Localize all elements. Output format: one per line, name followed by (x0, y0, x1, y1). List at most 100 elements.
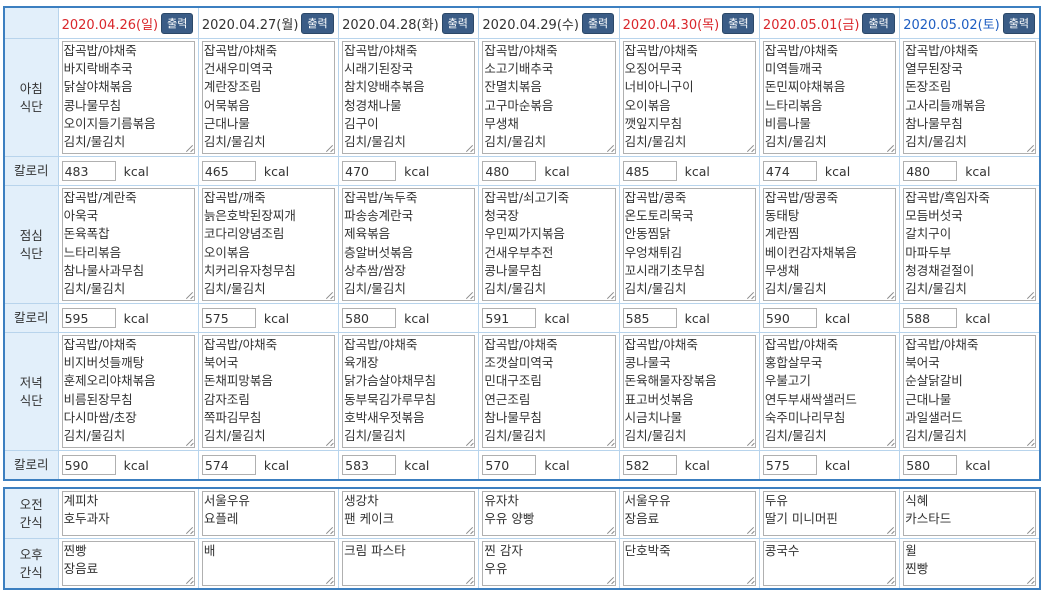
resize-grip-icon[interactable] (185, 576, 193, 584)
lunch-menu-textarea[interactable]: 잡곡밥/깨죽 늙은호박된장찌개 코다리양념조림 오이볶음 치커리유자청무침 김치/물김치 (201, 188, 336, 301)
am_snack-textarea[interactable]: 두유 딸기 미니머핀 (762, 491, 897, 536)
resize-grip-icon[interactable] (746, 576, 754, 584)
resize-grip-icon[interactable] (325, 291, 333, 299)
resize-grip-icon[interactable] (1026, 526, 1034, 534)
resize-grip-icon[interactable] (746, 144, 754, 152)
lunch-calorie-input[interactable]: 588 (903, 308, 958, 328)
dinner-menu-textarea[interactable]: 잡곡밥/야채죽 콩나물국 돈육해물자장볶음 표고버섯볶음 시금치나물 김치/물김치 (622, 335, 756, 448)
breakfast-calorie-input[interactable]: 480 (903, 161, 958, 181)
resize-grip-icon[interactable] (185, 144, 193, 152)
am_snack-textarea[interactable]: 식혜 카스타드 (903, 491, 1036, 536)
pm_snack-textarea[interactable]: 콩국수 (762, 541, 897, 586)
lunch-calorie-input[interactable]: 590 (762, 308, 817, 328)
resize-grip-icon[interactable] (606, 291, 614, 299)
am_snack-textarea[interactable]: 서울우유 요플레 (201, 491, 336, 536)
resize-grip-icon[interactable] (1026, 144, 1034, 152)
lunch-calorie-input[interactable]: 585 (622, 308, 677, 328)
resize-grip-icon[interactable] (886, 438, 894, 446)
lunch-menu-textarea[interactable]: 잡곡밥/땅콩죽 동태탕 계란찜 베이컨감자채볶음 무생채 김치/물김치 (762, 188, 897, 301)
resize-grip-icon[interactable] (886, 291, 894, 299)
resize-grip-icon[interactable] (325, 576, 333, 584)
breakfast-calorie-input[interactable]: 474 (762, 161, 817, 181)
resize-grip-icon[interactable] (185, 438, 193, 446)
breakfast-menu-textarea[interactable]: 잡곡밥/야채죽 미역들깨국 돈민찌야채볶음 느타리볶음 비름나물 김치/물김치 (762, 41, 897, 154)
print-button[interactable]: 출력 (301, 12, 334, 34)
resize-grip-icon[interactable] (465, 526, 473, 534)
breakfast-menu-textarea[interactable]: 잡곡밥/야채죽 바지락배추국 닭살야채볶음 콩나물무침 오이지들기름볶음 김치/물김치 (61, 41, 195, 154)
breakfast-menu-textarea[interactable]: 잡곡밥/야채죽 소고기배추국 잔멸치볶음 고구마순볶음 무생채 김치/물김치 (482, 41, 616, 154)
pm_snack-textarea[interactable]: 윌 찐빵 (903, 541, 1036, 586)
dinner-menu-textarea[interactable]: 잡곡밥/야채죽 북어국 순살닭갈비 근대나물 과일샐러드 김치/물김치 (903, 335, 1036, 448)
dinner-calorie-input[interactable]: 582 (622, 455, 677, 475)
resize-grip-icon[interactable] (606, 526, 614, 534)
breakfast-menu-textarea[interactable]: 잡곡밥/야채죽 열무된장국 돈장조림 고사리들깨볶음 참나물무침 김치/물김치 (903, 41, 1036, 154)
breakfast-calorie-input[interactable]: 470 (342, 161, 397, 181)
lunch-menu-textarea[interactable]: 잡곡밥/계란죽 아욱국 돈육폭찹 느타리볶음 참나물사과무침 김치/물김치 (61, 188, 195, 301)
lunch-calorie-input[interactable]: 591 (482, 308, 537, 328)
pm_snack-textarea[interactable]: 찐 감자 우유 (482, 541, 616, 586)
resize-grip-icon[interactable] (1026, 291, 1034, 299)
dinner-menu-textarea[interactable]: 잡곡밥/야채죽 조갯살미역국 민대구조림 연근조림 참나물무침 김치/물김치 (482, 335, 616, 448)
resize-grip-icon[interactable] (465, 438, 473, 446)
pm_snack-textarea[interactable]: 찐빵 장음료 (61, 541, 195, 586)
dinner-calorie-input[interactable]: 590 (61, 455, 116, 475)
resize-grip-icon[interactable] (746, 438, 754, 446)
lunch-calorie-input[interactable]: 575 (201, 308, 256, 328)
breakfast-menu-textarea[interactable]: 잡곡밥/야채죽 시래기된장국 참치양배추볶음 청경채나물 김구이 김치/물김치 (342, 41, 476, 154)
lunch-menu-textarea[interactable]: 잡곡밥/흑임자죽 모듬버섯국 갈치구이 마파두부 청경채겉절이 김치/물김치 (903, 188, 1036, 301)
print-button[interactable]: 출력 (1002, 12, 1035, 34)
dinner-menu-textarea[interactable]: 잡곡밥/야채죽 육개장 닭가슴살야채무침 동부묵김가루무침 호박새우젓볶음 김치/물김치 (342, 335, 476, 448)
dinner-menu-textarea[interactable]: 잡곡밥/야채죽 북어국 돈채피망볶음 감자조림 쪽파김무침 김치/물김치 (201, 335, 336, 448)
am_snack-textarea[interactable]: 생강차 팬 케이크 (342, 491, 476, 536)
resize-grip-icon[interactable] (746, 526, 754, 534)
lunch-calorie-input[interactable]: 595 (61, 308, 116, 328)
resize-grip-icon[interactable] (606, 576, 614, 584)
resize-grip-icon[interactable] (606, 438, 614, 446)
dinner-calorie-input[interactable]: 583 (342, 455, 397, 475)
resize-grip-icon[interactable] (465, 291, 473, 299)
resize-grip-icon[interactable] (185, 526, 193, 534)
lunch-calorie-input[interactable]: 580 (342, 308, 397, 328)
print-button[interactable]: 출력 (862, 12, 895, 34)
dinner-calorie-input[interactable]: 570 (482, 455, 537, 475)
resize-grip-icon[interactable] (325, 438, 333, 446)
resize-grip-icon[interactable] (886, 144, 894, 152)
dinner-calorie-input[interactable]: 574 (201, 455, 256, 475)
resize-grip-icon[interactable] (1026, 438, 1034, 446)
resize-grip-icon[interactable] (1026, 576, 1034, 584)
resize-grip-icon[interactable] (465, 576, 473, 584)
breakfast-calorie-input[interactable]: 465 (201, 161, 256, 181)
breakfast-calorie-input[interactable]: 480 (482, 161, 537, 181)
dinner-menu-textarea[interactable]: 잡곡밥/야채죽 비지버섯들깨탕 훈제오리야채볶음 비름된장무침 다시마쌈/초장 김치/물김… (61, 335, 195, 448)
breakfast-menu-textarea[interactable]: 잡곡밥/야채죽 오징어무국 너비아니구이 오이볶음 깻잎지무침 김치/물김치 (622, 41, 756, 154)
pm_snack-textarea[interactable]: 배 (201, 541, 336, 586)
pm_snack-textarea[interactable]: 단호박죽 (622, 541, 756, 586)
lunch-menu-textarea[interactable]: 잡곡밥/콩죽 온도토리묵국 안동찜닭 우엉채튀김 꼬시래기초무침 김치/물김치 (622, 188, 756, 301)
dinner-calorie-input[interactable]: 575 (762, 455, 817, 475)
dinner-menu-textarea[interactable]: 잡곡밥/야채죽 홍합살무국 우불고기 연두부새싹샐러드 숙주미나리무침 김치/물김치 (762, 335, 897, 448)
resize-grip-icon[interactable] (746, 291, 754, 299)
resize-grip-icon[interactable] (886, 526, 894, 534)
am_snack-textarea[interactable]: 계피차 호두과자 (61, 491, 195, 536)
print-button[interactable]: 출력 (161, 12, 194, 34)
breakfast-calorie-input[interactable]: 483 (61, 161, 116, 181)
pm_snack-textarea[interactable]: 크림 파스타 (342, 541, 476, 586)
resize-grip-icon[interactable] (606, 144, 614, 152)
lunch-menu-textarea[interactable]: 잡곡밥/녹두죽 파송송계란국 제육볶음 층알버섯볶음 상추쌈/쌈장 김치/물김치 (342, 188, 476, 301)
am_snack-textarea[interactable]: 서울우유 장음료 (622, 491, 756, 536)
breakfast-menu-textarea[interactable]: 잡곡밥/야채죽 건새우미역국 계란장조림 어묵볶음 근대나물 김치/물김치 (201, 41, 336, 154)
print-button[interactable]: 출력 (441, 12, 474, 34)
resize-grip-icon[interactable] (325, 144, 333, 152)
am_snack-textarea[interactable]: 유자차 우유 양빵 (482, 491, 616, 536)
lunch-menu-textarea[interactable]: 잡곡밥/쇠고기죽 청국장 우민찌가지볶음 건새우부추전 콩나물무침 김치/물김치 (482, 188, 616, 301)
snack-item: 크림 파스타 (344, 543, 406, 558)
resize-grip-icon[interactable] (465, 144, 473, 152)
print-button[interactable]: 출력 (722, 12, 755, 34)
menu-item: 우불고기 (764, 373, 811, 389)
breakfast-calorie-input[interactable]: 485 (622, 161, 677, 181)
resize-grip-icon[interactable] (325, 526, 333, 534)
resize-grip-icon[interactable] (886, 576, 894, 584)
print-button[interactable]: 출력 (581, 12, 615, 34)
dinner-calorie-input[interactable]: 580 (903, 455, 958, 475)
resize-grip-icon[interactable] (185, 291, 193, 299)
